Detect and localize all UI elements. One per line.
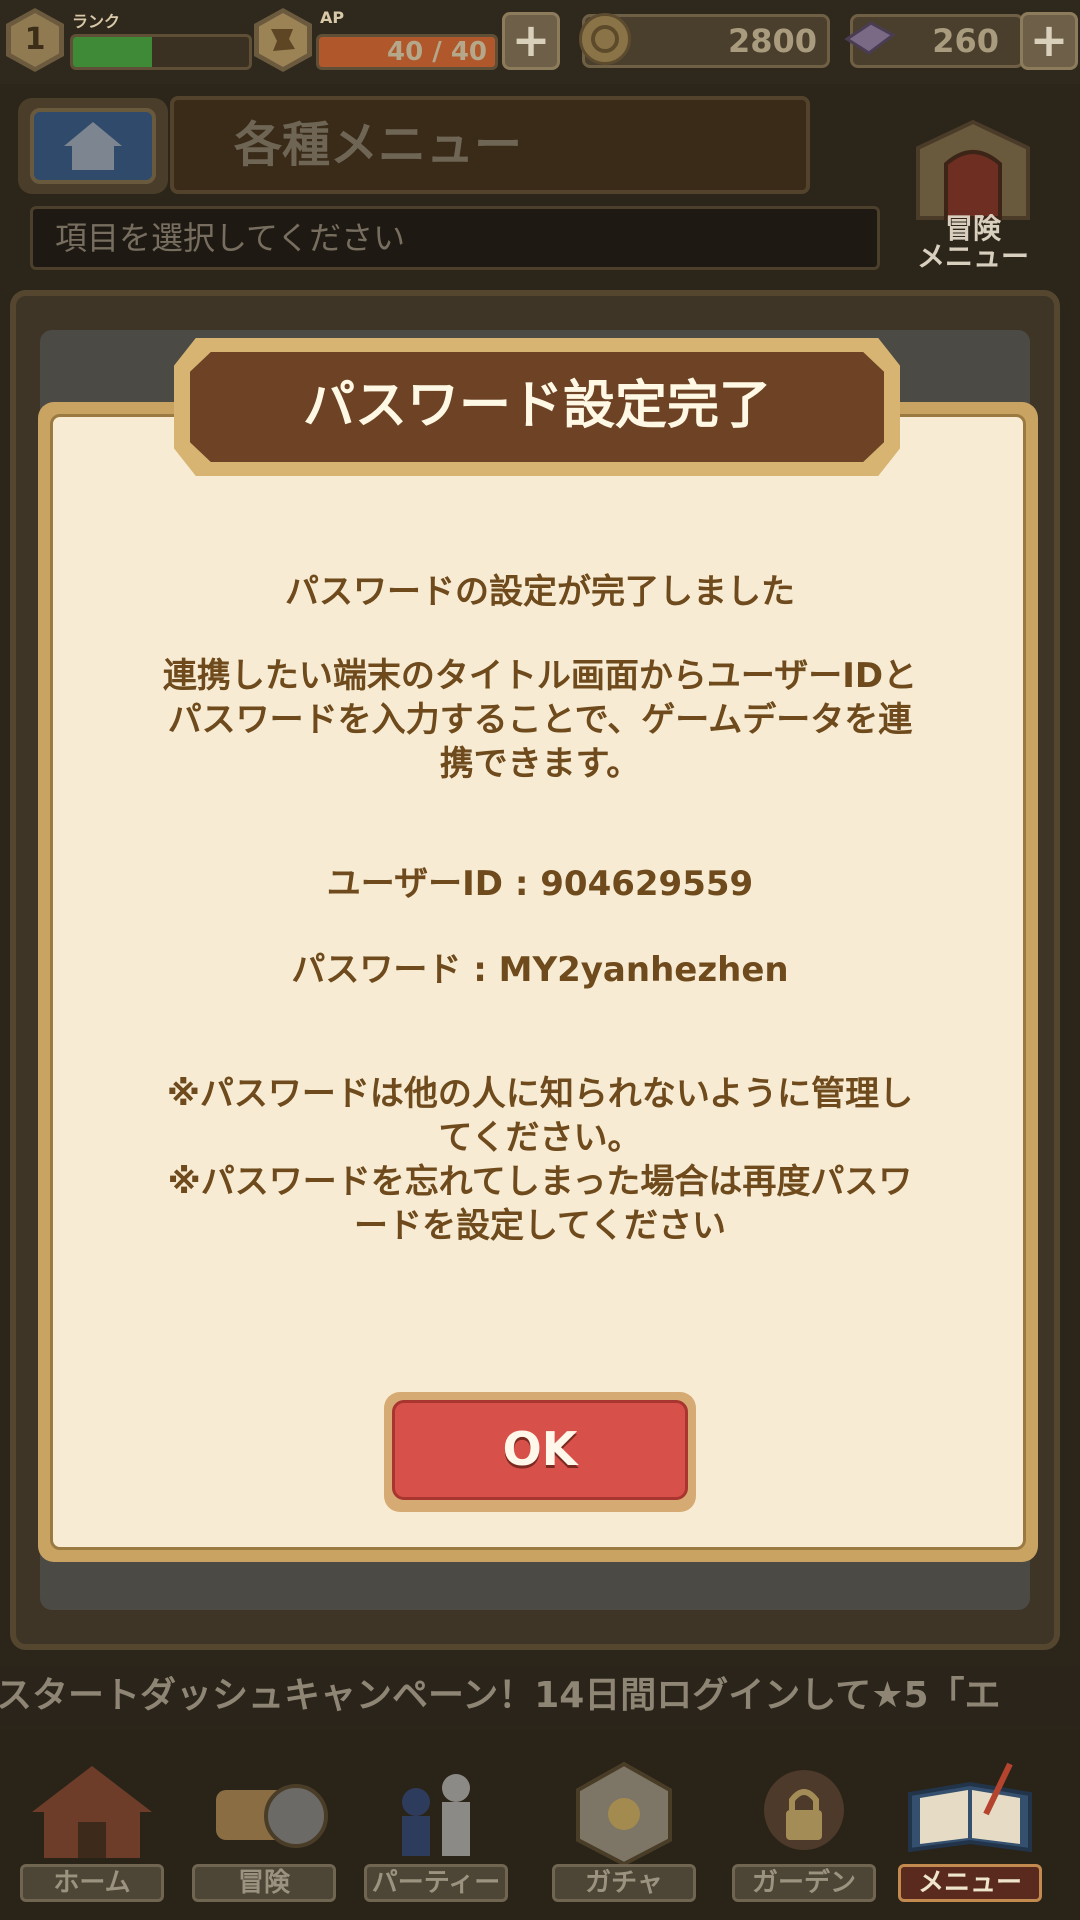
- adventure-menu-label-2: メニュー: [916, 240, 1029, 273]
- page-title: 各種メニュー: [234, 117, 523, 173]
- nav-item-garden[interactable]: ガーデン: [724, 1754, 884, 1910]
- page-instruction: 項目を選択してください: [55, 219, 406, 257]
- dialog-message-done: パスワードの設定が完了しました: [285, 572, 795, 612]
- user-id-text: ユーザーID : 904629559: [326, 864, 754, 904]
- nav-label-gacha: ガチャ: [585, 1868, 663, 1898]
- note-2-line-1: ※パスワードを忘れてしまった場合は再度パスワ: [167, 1162, 913, 1202]
- header-instruction-plate: 項目を選択してください: [30, 206, 880, 270]
- home-button-face: [30, 108, 156, 184]
- ok-button-label: OK: [392, 1400, 688, 1500]
- note-1-line-2: てください。: [438, 1118, 642, 1158]
- rank-progress-fill: [73, 37, 153, 67]
- dialog-message-link-1: 連携したい端末のタイトル画面からユーザーIDと: [162, 656, 918, 696]
- bottom-nav: ホーム 冒険 パーティー ガチャ ガーデン メニュー: [0, 1730, 1080, 1920]
- house-icon: [32, 1766, 152, 1858]
- adventure-menu-button[interactable]: 冒険 メニュー: [898, 118, 1048, 278]
- chess-pieces-icon: [402, 1774, 470, 1856]
- news-ticker-text: スタートダッシュキャンペーン！14日間ログインして★5「エ: [0, 1675, 1001, 1716]
- dialog-message-link-2: パスワードを入力することで、ゲームデータを連: [167, 700, 913, 740]
- nav-item-gacha[interactable]: ガチャ: [544, 1754, 704, 1910]
- ap-icon: [259, 13, 307, 67]
- nav-label-menu: メニュー: [917, 1868, 1022, 1898]
- ap-badge: [254, 8, 312, 72]
- nav-label-home: ホーム: [53, 1868, 131, 1898]
- news-ticker[interactable]: スタートダッシュキャンペーン！14日間ログインして★5「エ: [0, 1666, 1080, 1726]
- rank-label: ランク: [72, 12, 121, 31]
- dialog-message-link-3: 携できます。: [439, 744, 641, 784]
- ok-button[interactable]: OK: [384, 1392, 696, 1512]
- note-1-line-1: ※パスワードは他の人に知られないように管理し: [166, 1074, 914, 1114]
- nav-item-adventure[interactable]: 冒険: [184, 1754, 344, 1910]
- coin-counter: 2800: [579, 13, 830, 68]
- home-icon: [64, 122, 122, 170]
- rank-badge: 1: [6, 8, 64, 72]
- book-quill-icon: [908, 1762, 1032, 1853]
- coin-icon: [579, 13, 631, 65]
- scroll-compass-icon: [216, 1784, 328, 1848]
- gem-icon: [843, 15, 897, 65]
- nav-label-adventure: 冒険: [237, 1868, 290, 1898]
- rank-level: 1: [11, 13, 59, 67]
- rank-progress-bar: [70, 34, 252, 70]
- home-button[interactable]: [18, 98, 168, 194]
- ap-gauge: 40 / 40: [316, 34, 498, 70]
- header-title-plate: 各種メニュー: [170, 96, 810, 194]
- gem-add-button[interactable]: +: [1020, 12, 1078, 70]
- note-2-line-2: ードを設定してください: [354, 1206, 726, 1246]
- status-bar: 1 ランク AP 40 / 40 + 2800 260 +: [0, 0, 1080, 84]
- gem-counter: 260: [844, 14, 1024, 68]
- gem-amount: 260: [932, 22, 999, 60]
- password-text: パスワード : MY2yanhezhen: [291, 950, 789, 990]
- nav-item-party[interactable]: パーティー: [356, 1754, 516, 1910]
- nav-item-menu[interactable]: メニュー: [890, 1754, 1050, 1910]
- ap-value: 40 / 40: [387, 37, 487, 67]
- locked-garden-icon: [764, 1770, 844, 1850]
- nav-item-home[interactable]: ホーム: [12, 1754, 172, 1910]
- ap-add-button[interactable]: +: [502, 12, 560, 70]
- coin-amount: 2800: [727, 22, 817, 60]
- gacha-dice-icon: [576, 1761, 672, 1867]
- nav-label-party: パーティー: [371, 1868, 501, 1898]
- ap-label: AP: [320, 8, 345, 27]
- dialog-title: パスワード設定完了: [302, 376, 771, 436]
- nav-label-garden: ガーデン: [751, 1868, 856, 1898]
